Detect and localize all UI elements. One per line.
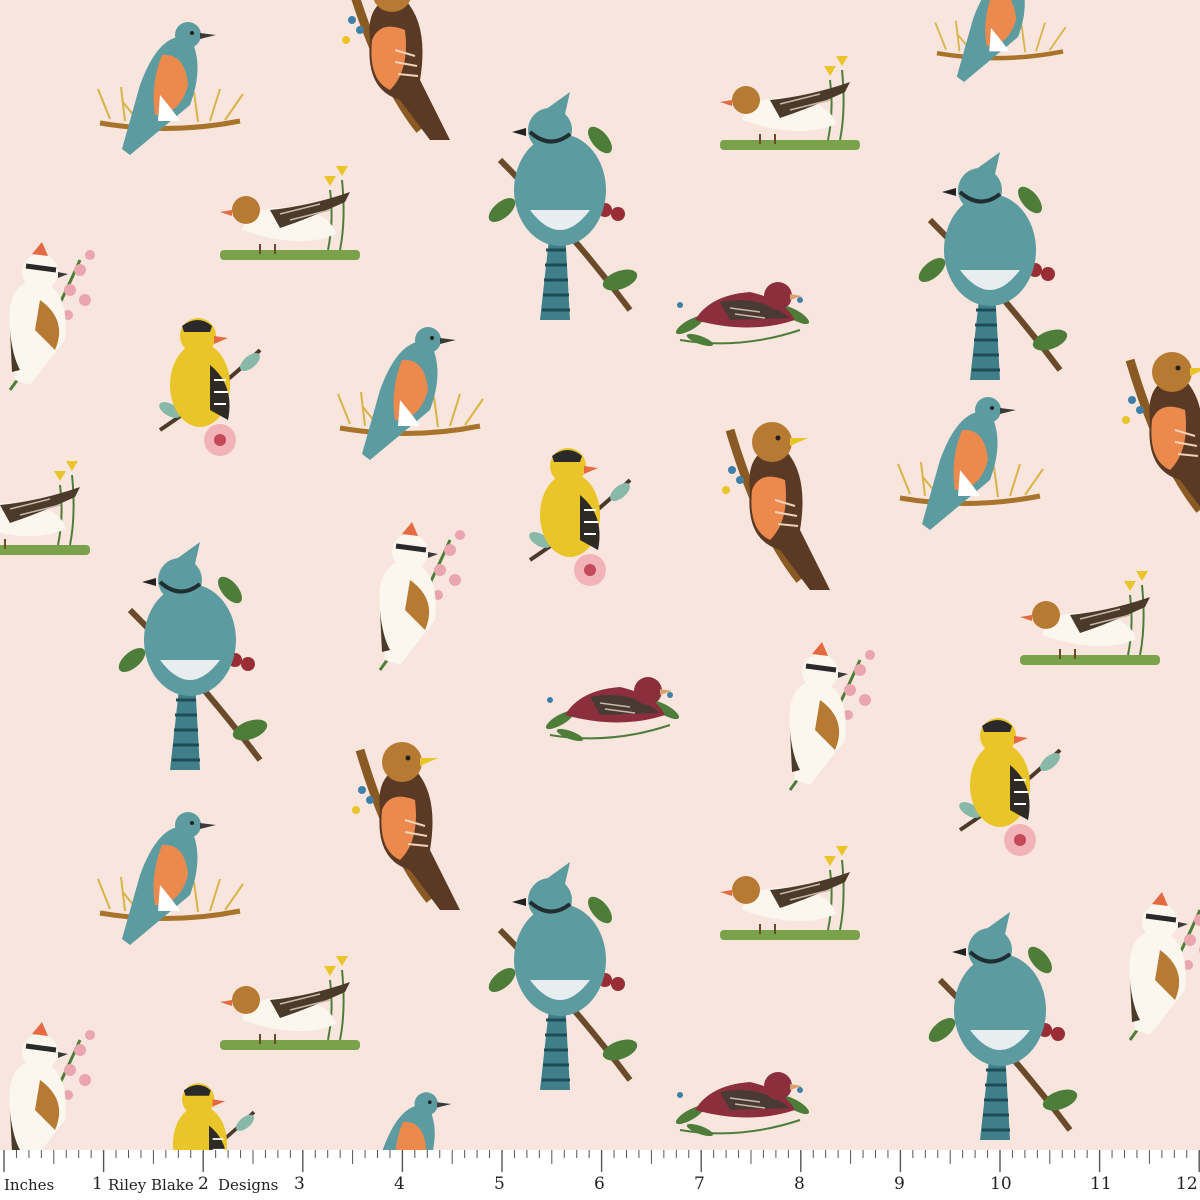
ruler-number: 7 — [694, 1174, 705, 1194]
waxwing-icon — [9, 242, 95, 390]
wren-icon — [219, 955, 361, 1051]
goldfinch-icon — [159, 1081, 259, 1150]
goldfinch-icon — [154, 316, 266, 458]
waxwing-icon — [9, 1022, 95, 1150]
ruler-number: 1 — [92, 1174, 103, 1194]
ruler-number: 12 — [1176, 1174, 1198, 1194]
bluejay-icon — [915, 152, 1070, 380]
measuring-ruler: Inches Riley Blake Designs 1 2 3 4 5 6 7… — [0, 1150, 1200, 1200]
bird-print-pattern — [0, 0, 1200, 1150]
robin-icon — [1122, 352, 1200, 520]
bluebird-icon — [98, 22, 243, 155]
bluejay-icon — [925, 912, 1080, 1140]
ruler-brand-label-2: Designs — [218, 1176, 279, 1194]
ruler-number: 11 — [1090, 1174, 1112, 1194]
goldfinch-icon — [954, 716, 1066, 858]
wren-icon — [1019, 570, 1161, 666]
bluebird-icon — [98, 812, 243, 945]
robin-icon — [352, 742, 460, 910]
bluejay-icon — [485, 92, 640, 320]
bluebird-icon — [338, 327, 483, 460]
wren-icon — [719, 845, 861, 941]
ruler-number: 8 — [794, 1174, 805, 1194]
goldfinch-icon — [524, 446, 636, 588]
wren-icon — [719, 55, 861, 151]
ruler-brand-label: Riley Blake — [108, 1176, 194, 1194]
ruler-number: 10 — [990, 1174, 1012, 1194]
waxwing-icon — [1129, 892, 1200, 1040]
ruler-number: 3 — [294, 1174, 305, 1194]
wren-icon — [219, 165, 361, 261]
finch-icon — [672, 281, 813, 350]
finch-icon — [542, 676, 683, 745]
waxwing-icon — [379, 522, 465, 670]
ruler-number: 9 — [894, 1174, 905, 1194]
waxwing-icon — [789, 642, 875, 790]
bluebird-icon — [935, 0, 1065, 82]
fabric-swatch: Inches Riley Blake Designs 1 2 3 4 5 6 7… — [0, 0, 1200, 1200]
wren-icon — [0, 460, 91, 556]
ruler-number: 2 — [198, 1174, 209, 1194]
robin-icon — [722, 422, 830, 590]
bluejay-icon — [115, 542, 270, 770]
bluebird-icon — [898, 397, 1043, 530]
ruler-number: 4 — [394, 1174, 405, 1194]
bluebird-icon — [345, 1092, 476, 1150]
ruler-unit-label: Inches — [4, 1176, 55, 1194]
ruler-number: 6 — [594, 1174, 605, 1194]
finch-icon — [672, 1071, 813, 1140]
bluejay-icon — [485, 862, 640, 1090]
ruler-number: 5 — [494, 1174, 505, 1194]
robin-icon — [342, 0, 450, 140]
